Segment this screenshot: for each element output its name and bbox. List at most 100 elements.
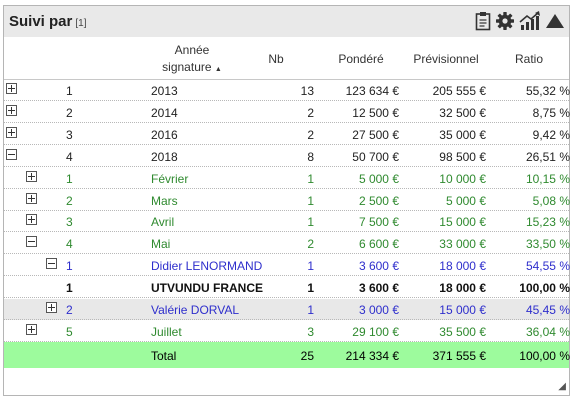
total-pondere: 214 334 € bbox=[345, 349, 399, 363]
row-nb: 1 bbox=[307, 303, 314, 317]
row-label: Février bbox=[151, 171, 189, 186]
row-previsionnel: 32 500 € bbox=[439, 105, 486, 120]
expand-plus-icon[interactable] bbox=[6, 83, 17, 94]
collapse-minus-icon[interactable] bbox=[26, 236, 37, 248]
row-pondere: 2 500 € bbox=[358, 193, 399, 208]
expand-plus-icon[interactable] bbox=[26, 192, 37, 204]
table-row[interactable]: 1 2013 13 123 634 € 205 555 € 55,32 % bbox=[4, 80, 570, 101]
total-row: Total 25 214 334 € 371 555 € 100,00 % bbox=[4, 342, 570, 368]
resize-handle-icon[interactable]: ◢ bbox=[558, 381, 566, 392]
row-label: Didier LENORMAND bbox=[151, 259, 263, 274]
table-row[interactable]: 2 Mars 1 2 500 € 5 000 € 5,08 % bbox=[4, 190, 570, 211]
row-label: Mars bbox=[151, 193, 178, 208]
row-index: 3 bbox=[66, 215, 73, 230]
table-row[interactable]: 2 Valérie DORVAL 1 3 000 € 15 000 € 45,45 % bbox=[4, 299, 570, 320]
chart-trend-icon[interactable] bbox=[519, 11, 541, 31]
row-label: 2018 bbox=[151, 149, 178, 164]
gear-icon[interactable] bbox=[495, 11, 515, 31]
total-previsionnel: 371 555 € bbox=[432, 349, 486, 363]
panel-title-text: Suivi par bbox=[9, 13, 73, 30]
total-ratio: 100,00 % bbox=[519, 349, 570, 363]
total-label: Total bbox=[151, 349, 177, 363]
row-pondere: 27 500 € bbox=[352, 127, 399, 142]
row-index: 2 bbox=[66, 193, 73, 208]
row-nb: 1 bbox=[307, 259, 314, 274]
row-pondere: 29 100 € bbox=[352, 324, 399, 339]
row-previsionnel: 205 555 € bbox=[432, 84, 486, 98]
table-row[interactable]: 3 Avril 1 7 500 € 15 000 € 15,23 % bbox=[4, 211, 570, 233]
row-index: 2 bbox=[66, 303, 73, 317]
collapse-minus-icon[interactable] bbox=[6, 148, 17, 160]
column-header-pondere[interactable]: Pondéré bbox=[326, 51, 396, 68]
panel-header: Suivi par [1] bbox=[4, 6, 569, 37]
row-index: 1 bbox=[66, 259, 73, 274]
table-row[interactable]: 1 Février 1 5 000 € 10 000 € 10,15 % bbox=[4, 168, 570, 189]
row-pondere: 123 634 € bbox=[345, 84, 399, 98]
row-pondere: 3 600 € bbox=[358, 259, 399, 274]
sort-ascending-icon: ▲ bbox=[214, 66, 222, 73]
row-ratio: 100,00 % bbox=[519, 281, 570, 296]
clipboard-icon[interactable] bbox=[475, 11, 491, 31]
panel-title: Suivi par [1] bbox=[9, 13, 86, 30]
table-row[interactable]: 4 Mai 2 6 600 € 33 000 € 33,50 % bbox=[4, 233, 570, 255]
row-previsionnel: 98 500 € bbox=[439, 149, 486, 164]
row-previsionnel: 15 000 € bbox=[439, 215, 486, 230]
row-index: 5 bbox=[66, 324, 73, 339]
column-header-nb[interactable]: Nb bbox=[258, 51, 294, 68]
expand-plus-icon[interactable] bbox=[26, 323, 37, 335]
row-index: 3 bbox=[66, 127, 73, 142]
expand-plus-icon[interactable] bbox=[6, 126, 17, 138]
header-toolbar bbox=[475, 11, 565, 31]
row-nb: 3 bbox=[307, 324, 314, 339]
row-label: Valérie DORVAL bbox=[151, 303, 240, 317]
collapse-triangle-icon[interactable] bbox=[545, 12, 565, 30]
row-ratio: 26,51 % bbox=[525, 149, 570, 164]
row-ratio: 9,42 % bbox=[532, 127, 570, 142]
table-row[interactable]: 5 Juillet 3 29 100 € 35 500 € 36,04 % bbox=[4, 321, 570, 342]
column-header-annee-line1: Année bbox=[174, 43, 210, 57]
column-header-previsionnel[interactable]: Prévisionnel bbox=[406, 51, 486, 68]
expand-plus-icon[interactable] bbox=[6, 104, 17, 116]
table-header: Année signature ▲ Nb Pondéré Prévisionne… bbox=[4, 38, 569, 79]
table-row[interactable]: 1 UTVUNDU FRANCE 1 3 600 € 18 000 € 100,00 % bbox=[4, 277, 570, 299]
column-header-annee-line2: signature bbox=[162, 60, 212, 74]
table-row[interactable]: 1 Didier LENORMAND 1 3 600 € 18 000 € 54,55 % bbox=[4, 255, 570, 277]
suivi-panel: Suivi par [1] Année signature ▲ Nb Pondér… bbox=[3, 5, 570, 396]
row-previsionnel: 18 000 € bbox=[439, 281, 486, 296]
table-row[interactable]: 4 2018 8 50 700 € 98 500 € 26,51 % bbox=[4, 146, 570, 167]
row-nb: 13 bbox=[300, 84, 314, 98]
panel-title-count: [1] bbox=[75, 18, 87, 29]
row-previsionnel: 35 500 € bbox=[439, 324, 486, 339]
row-pondere: 7 500 € bbox=[358, 215, 399, 230]
expand-plus-icon[interactable] bbox=[46, 302, 57, 313]
row-index: 4 bbox=[66, 149, 73, 164]
expand-plus-icon[interactable] bbox=[26, 170, 37, 182]
row-pondere: 50 700 € bbox=[352, 149, 399, 164]
row-label: Mai bbox=[151, 237, 171, 252]
row-index: 1 bbox=[66, 84, 73, 98]
table-row[interactable]: 3 2016 2 27 500 € 35 000 € 9,42 % bbox=[4, 124, 570, 145]
column-header-annee[interactable]: Année signature ▲ bbox=[151, 42, 233, 78]
row-label: Avril bbox=[151, 215, 175, 230]
row-previsionnel: 18 000 € bbox=[439, 259, 486, 274]
row-previsionnel: 10 000 € bbox=[439, 171, 486, 186]
row-index: 4 bbox=[66, 237, 73, 252]
row-ratio: 36,04 % bbox=[525, 324, 570, 339]
row-ratio: 5,08 % bbox=[532, 193, 570, 208]
table-row[interactable]: 2 2014 2 12 500 € 32 500 € 8,75 % bbox=[4, 102, 570, 123]
row-nb: 2 bbox=[307, 237, 314, 252]
row-pondere: 6 600 € bbox=[358, 237, 399, 252]
expand-plus-icon[interactable] bbox=[26, 214, 37, 226]
row-previsionnel: 5 000 € bbox=[445, 193, 486, 208]
row-label: UTVUNDU FRANCE bbox=[151, 281, 263, 296]
column-header-ratio[interactable]: Ratio bbox=[504, 51, 554, 68]
row-nb: 1 bbox=[307, 281, 314, 296]
row-ratio: 15,23 % bbox=[525, 215, 570, 230]
collapse-minus-icon[interactable] bbox=[46, 258, 57, 270]
row-nb: 1 bbox=[307, 215, 314, 230]
row-pondere: 12 500 € bbox=[352, 105, 399, 120]
row-label: 2013 bbox=[151, 84, 178, 98]
row-previsionnel: 35 000 € bbox=[439, 127, 486, 142]
row-nb: 2 bbox=[307, 105, 314, 120]
row-label: Juillet bbox=[151, 324, 182, 339]
